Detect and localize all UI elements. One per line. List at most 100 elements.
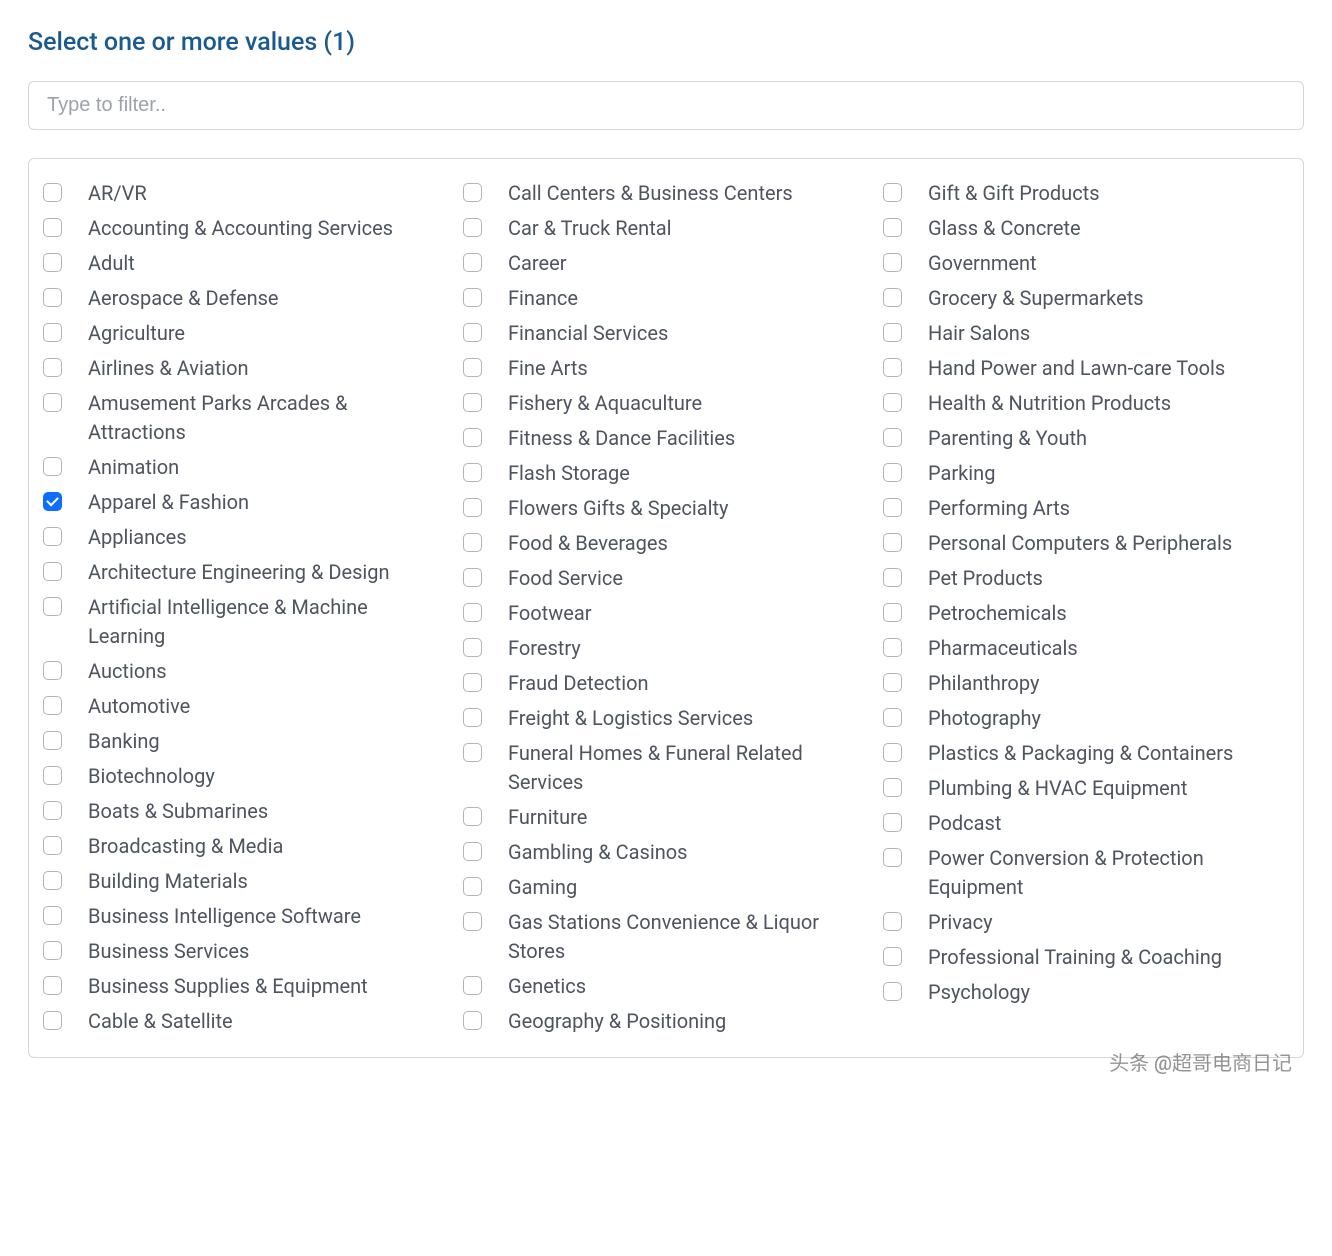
option-label[interactable]: Gift & Gift Products: [928, 179, 1100, 208]
list-item[interactable]: Automotive: [43, 690, 449, 723]
checkbox[interactable]: [43, 836, 62, 855]
option-label[interactable]: Artificial Intelligence & Machine Learni…: [88, 593, 449, 651]
list-item[interactable]: Airlines & Aviation: [43, 352, 449, 385]
option-label[interactable]: Amusement Parks Arcades & Attractions: [88, 389, 449, 447]
list-item[interactable]: Professional Training & Coaching: [883, 941, 1289, 974]
option-label[interactable]: Career: [508, 249, 566, 278]
list-item[interactable]: Broadcasting & Media: [43, 830, 449, 863]
list-item[interactable]: Cable & Satellite: [43, 1005, 449, 1038]
checkbox[interactable]: [1303, 428, 1304, 447]
checkbox[interactable]: [1303, 288, 1304, 307]
list-item[interactable]: Grocery & Supermarkets: [883, 282, 1289, 315]
list-item[interactable]: Fraud Detection: [463, 667, 869, 700]
checkbox[interactable]: [43, 731, 62, 750]
list-item[interactable]: Pharmaceuticals: [883, 632, 1289, 665]
checkbox[interactable]: [883, 673, 902, 692]
option-label[interactable]: Biotechnology: [88, 762, 215, 791]
list-item[interactable]: Petrochemicals: [883, 597, 1289, 630]
list-item[interactable]: Fine Arts: [463, 352, 869, 385]
option-label[interactable]: Plumbing & HVAC Equipment: [928, 774, 1187, 803]
option-label[interactable]: Business Supplies & Equipment: [88, 972, 368, 1001]
list-item[interactable]: Performing Arts: [883, 492, 1289, 525]
checkbox[interactable]: [463, 568, 482, 587]
list-item[interactable]: Footwear: [463, 597, 869, 630]
list-item[interactable]: Fitness & Dance Facilities: [463, 422, 869, 455]
list-item[interactable]: Banking: [43, 725, 449, 758]
option-label[interactable]: Funeral Homes & Funeral Related Services: [508, 739, 869, 797]
option-label[interactable]: Flash Storage: [508, 459, 630, 488]
checkbox[interactable]: [463, 288, 482, 307]
checkbox[interactable]: [463, 807, 482, 826]
checkbox[interactable]: [883, 982, 902, 1001]
checkbox[interactable]: [43, 696, 62, 715]
option-label[interactable]: Cable & Satellite: [88, 1007, 233, 1036]
list-item[interactable]: Genetics: [463, 970, 869, 1003]
option-label[interactable]: Adult: [88, 249, 135, 278]
list-item[interactable]: Philanthropy: [883, 667, 1289, 700]
list-item[interactable]: Amusement Parks Arcades & Attractions: [43, 387, 449, 449]
checkbox[interactable]: [883, 638, 902, 657]
option-label[interactable]: Food & Beverages: [508, 529, 668, 558]
option-label[interactable]: Geography & Positioning: [508, 1007, 726, 1036]
option-label[interactable]: Performing Arts: [928, 494, 1070, 523]
checkbox[interactable]: [883, 323, 902, 342]
list-item[interactable]: Real Estate: [1303, 457, 1304, 490]
checkbox[interactable]: [43, 393, 62, 412]
option-label[interactable]: Psychology: [928, 978, 1030, 1007]
list-item[interactable]: Public Policy: [1303, 177, 1304, 210]
option-label[interactable]: Flowers Gifts & Specialty: [508, 494, 728, 523]
checkbox[interactable]: [463, 673, 482, 692]
checkbox[interactable]: [463, 183, 482, 202]
checkbox[interactable]: [463, 533, 482, 552]
checkbox[interactable]: [463, 358, 482, 377]
checkbox[interactable]: [43, 1011, 62, 1030]
checkbox[interactable]: [883, 428, 902, 447]
option-label[interactable]: Business Intelligence Software: [88, 902, 361, 931]
option-label[interactable]: Petrochemicals: [928, 599, 1067, 628]
option-label[interactable]: Apparel & Fashion: [88, 488, 249, 517]
option-label[interactable]: Professional Training & Coaching: [928, 943, 1222, 972]
checkbox[interactable]: [1303, 463, 1304, 482]
checkbox[interactable]: [463, 323, 482, 342]
option-label[interactable]: Animation: [88, 453, 179, 482]
list-item[interactable]: Boats & Submarines: [43, 795, 449, 828]
list-item[interactable]: Artificial Intelligence & Machine Learni…: [43, 591, 449, 653]
list-item[interactable]: Apparel & Fashion: [43, 486, 449, 519]
list-item[interactable]: Public Relations & Communication: [1303, 212, 1304, 245]
option-label[interactable]: Fraud Detection: [508, 669, 649, 698]
checkbox[interactable]: [1303, 253, 1304, 272]
option-label[interactable]: Photography: [928, 704, 1041, 733]
option-label[interactable]: Plastics & Packaging & Containers: [928, 739, 1233, 768]
list-item[interactable]: Forestry: [463, 632, 869, 665]
list-item[interactable]: Accounting & Accounting Services: [43, 212, 449, 245]
checkbox[interactable]: [43, 562, 62, 581]
option-label[interactable]: Philanthropy: [928, 669, 1039, 698]
option-label[interactable]: Parenting & Youth: [928, 424, 1087, 453]
checkbox[interactable]: [463, 253, 482, 272]
list-item[interactable]: Furniture: [463, 801, 869, 834]
checkbox[interactable]: [43, 253, 62, 272]
option-label[interactable]: Personal Computers & Peripherals: [928, 529, 1232, 558]
list-item[interactable]: Health & Nutrition Products: [883, 387, 1289, 420]
list-item[interactable]: Glass & Concrete: [883, 212, 1289, 245]
list-item[interactable]: Auctions: [43, 655, 449, 688]
option-label[interactable]: Banking: [88, 727, 160, 756]
checkbox[interactable]: [43, 457, 62, 476]
checkbox[interactable]: [883, 288, 902, 307]
option-label[interactable]: Gaming: [508, 873, 577, 902]
option-label[interactable]: Automotive: [88, 692, 190, 721]
option-label[interactable]: Broadcasting & Media: [88, 832, 283, 861]
checkbox[interactable]: [883, 778, 902, 797]
checkbox[interactable]: [463, 743, 482, 762]
list-item[interactable]: Animation: [43, 451, 449, 484]
option-label[interactable]: Forestry: [508, 634, 581, 663]
option-label[interactable]: Pharmaceuticals: [928, 634, 1078, 663]
list-item[interactable]: Parking: [883, 457, 1289, 490]
checkbox[interactable]: [43, 218, 62, 237]
option-label[interactable]: Hand Power and Lawn-care Tools: [928, 354, 1225, 383]
option-label[interactable]: Fitness & Dance Facilities: [508, 424, 735, 453]
checkbox[interactable]: [883, 358, 902, 377]
checkbox[interactable]: [43, 801, 62, 820]
checkbox[interactable]: [43, 527, 62, 546]
list-item[interactable]: Gift & Gift Products: [883, 177, 1289, 210]
